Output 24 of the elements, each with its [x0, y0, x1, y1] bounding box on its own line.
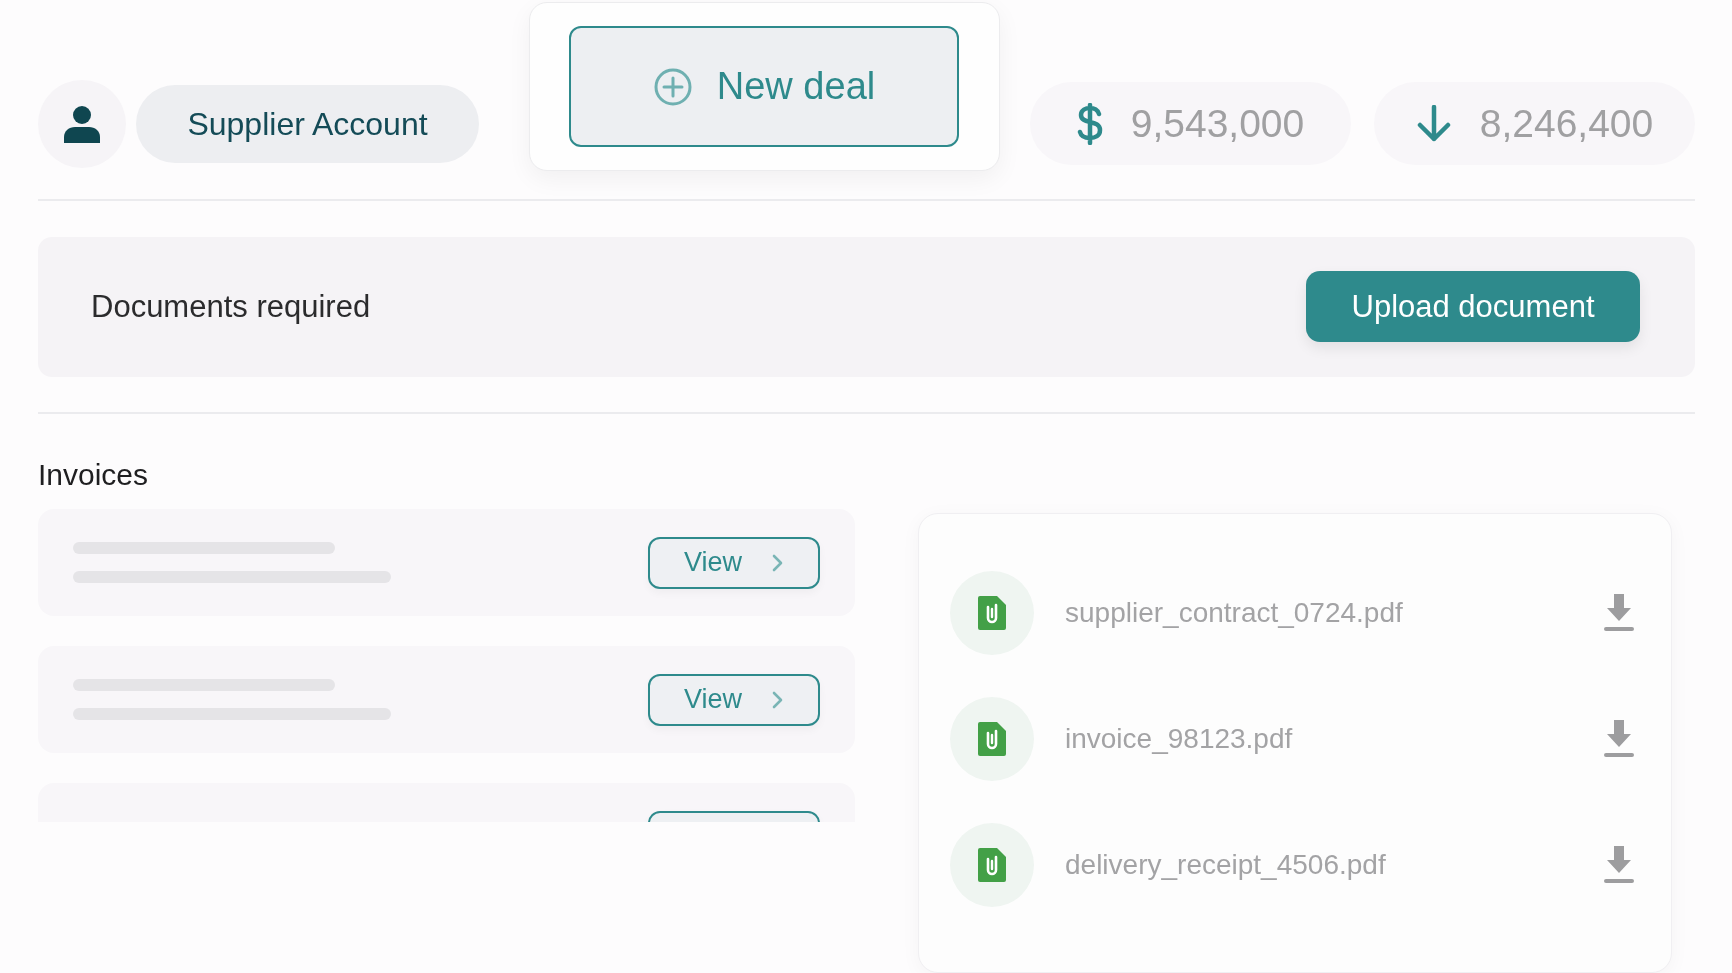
- chevron-right-icon: [772, 553, 784, 572]
- view-button[interactable]: View: [648, 536, 820, 589]
- account-button[interactable]: Supplier Account: [136, 85, 479, 163]
- file-name: delivery_receipt_4506.pdf: [1065, 849, 1387, 881]
- chevron-right-icon: [772, 690, 784, 709]
- stat-value: 8,246,400: [1479, 101, 1654, 146]
- file-name: invoice_98123.pdf: [1065, 723, 1294, 755]
- stat-value: 9,543,000: [1130, 101, 1305, 146]
- file-name: supplier_contract_0724.pdf: [1065, 597, 1404, 629]
- plus-circle-icon: [652, 66, 693, 107]
- file-icon: [978, 596, 1006, 630]
- section-title: Invoices: [38, 458, 150, 493]
- download-icon[interactable]: [1603, 594, 1635, 632]
- upload-button[interactable]: Upload document: [1306, 271, 1640, 343]
- file-icon: [978, 848, 1006, 882]
- user-icon: [64, 105, 100, 143]
- arrow-down-icon: [1415, 104, 1452, 143]
- dollar-icon: [1076, 102, 1103, 145]
- view-button[interactable]: View: [648, 673, 820, 726]
- new-deal-button[interactable]: New deal: [569, 26, 959, 147]
- download-icon[interactable]: [1603, 720, 1635, 758]
- file-icon: [978, 722, 1006, 756]
- banner-text: Documents required: [91, 288, 371, 325]
- download-icon[interactable]: [1603, 846, 1635, 884]
